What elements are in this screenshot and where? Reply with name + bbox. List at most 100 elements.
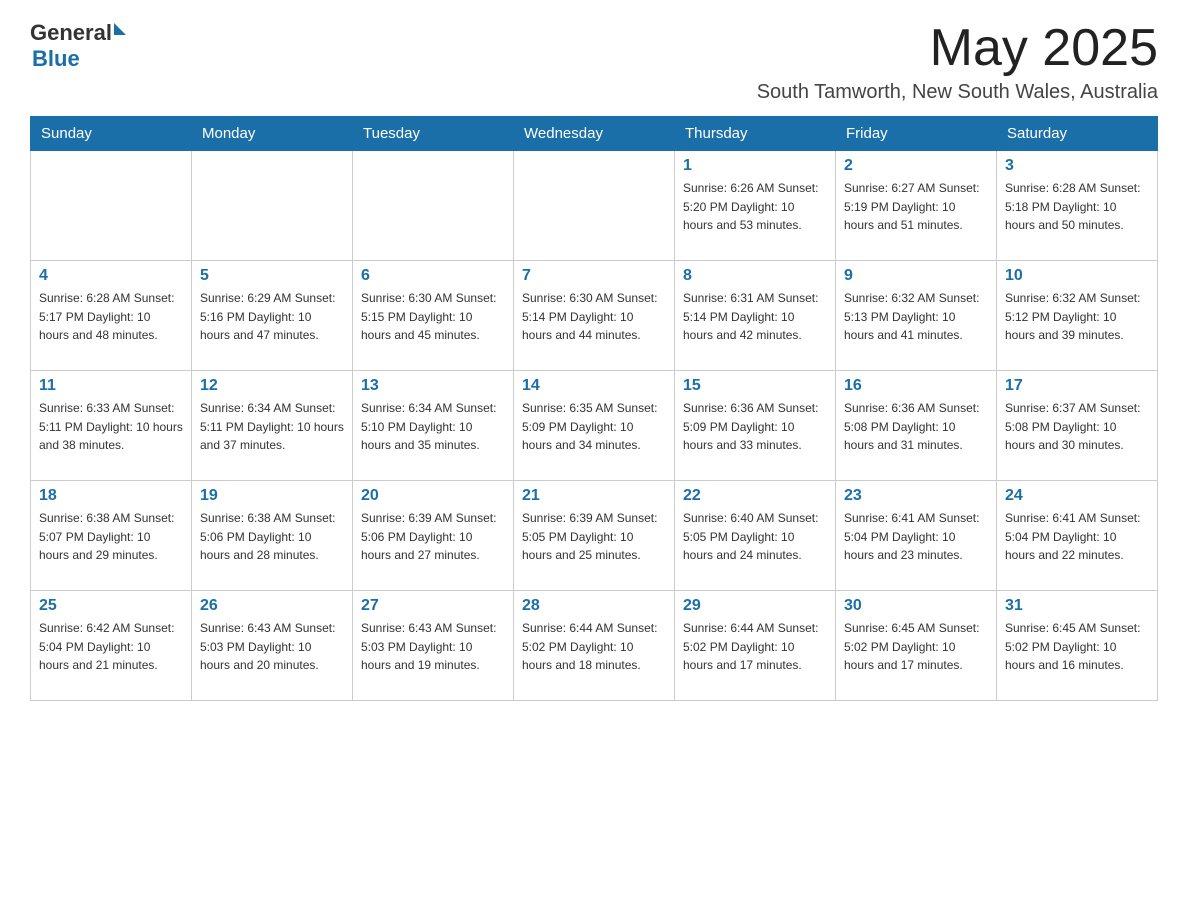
day-number: 8	[683, 267, 827, 285]
day-number: 15	[683, 377, 827, 395]
day-number: 29	[683, 597, 827, 615]
day-info: Sunrise: 6:35 AM Sunset: 5:09 PM Dayligh…	[522, 399, 666, 455]
day-info: Sunrise: 6:45 AM Sunset: 5:02 PM Dayligh…	[1005, 619, 1149, 675]
calendar-cell: 10 Sunrise: 6:32 AM Sunset: 5:12 PM Dayli…	[997, 261, 1158, 371]
calendar-cell: 16Sunrise: 6:36 AM Sunset: 5:08 PM Dayli…	[836, 371, 997, 481]
calendar-cell	[353, 151, 514, 261]
calendar-cell: 28 Sunrise: 6:44 AM Sunset: 5:02 PM Dayli…	[514, 591, 675, 701]
day-info: Sunrise: 6:26 AM Sunset: 5:20 PM Dayligh…	[683, 179, 827, 235]
day-info: Sunrise: 6:45 AM Sunset: 5:02 PM Dayligh…	[844, 619, 988, 675]
month-title: May 2025	[757, 20, 1158, 77]
day-info: Sunrise: 6:39 AM Sunset: 5:05 PM Dayligh…	[522, 509, 666, 565]
day-info: Sunrise: 6:34 AM Sunset: 5:11 PM Dayligh…	[200, 399, 344, 455]
day-number: 14	[522, 377, 666, 395]
day-info: Sunrise: 6:30 AM Sunset: 5:15 PM Dayligh…	[361, 289, 505, 345]
calendar-cell: 4 Sunrise: 6:28 AM Sunset: 5:17 PM Daylig…	[31, 261, 192, 371]
calendar-table: SundayMondayTuesdayWednesdayThursdayFrid…	[30, 116, 1158, 701]
calendar-cell: 6 Sunrise: 6:30 AM Sunset: 5:15 PM Daylig…	[353, 261, 514, 371]
day-info: Sunrise: 6:29 AM Sunset: 5:16 PM Dayligh…	[200, 289, 344, 345]
day-number: 12	[200, 377, 344, 395]
calendar-cell	[31, 151, 192, 261]
calendar-cell: 15Sunrise: 6:36 AM Sunset: 5:09 PM Dayli…	[675, 371, 836, 481]
day-info: Sunrise: 6:42 AM Sunset: 5:04 PM Dayligh…	[39, 619, 183, 675]
day-of-week-header: Sunday	[31, 117, 192, 151]
day-number: 5	[200, 267, 344, 285]
calendar-cell: 12 Sunrise: 6:34 AM Sunset: 5:11 PM Dayli…	[192, 371, 353, 481]
day-number: 1	[683, 157, 827, 175]
location-title: South Tamworth, New South Wales, Austral…	[757, 81, 1158, 104]
day-of-week-header: Monday	[192, 117, 353, 151]
day-of-week-header: Saturday	[997, 117, 1158, 151]
day-number: 4	[39, 267, 183, 285]
calendar-cell: 26 Sunrise: 6:43 AM Sunset: 5:03 PM Dayli…	[192, 591, 353, 701]
day-info: Sunrise: 6:41 AM Sunset: 5:04 PM Dayligh…	[1005, 509, 1149, 565]
calendar-cell: 1 Sunrise: 6:26 AM Sunset: 5:20 PM Daylig…	[675, 151, 836, 261]
calendar-cell: 19Sunrise: 6:38 AM Sunset: 5:06 PM Dayli…	[192, 481, 353, 591]
day-number: 30	[844, 597, 988, 615]
day-of-week-header: Thursday	[675, 117, 836, 151]
day-info: Sunrise: 6:31 AM Sunset: 5:14 PM Dayligh…	[683, 289, 827, 345]
calendar-cell: 2 Sunrise: 6:27 AM Sunset: 5:19 PM Daylig…	[836, 151, 997, 261]
calendar-header-row: SundayMondayTuesdayWednesdayThursdayFrid…	[31, 117, 1158, 151]
logo-blue-text: Blue	[32, 46, 80, 71]
calendar-cell: 9 Sunrise: 6:32 AM Sunset: 5:13 PM Daylig…	[836, 261, 997, 371]
day-number: 22	[683, 487, 827, 505]
day-number: 31	[1005, 597, 1149, 615]
calendar-cell: 25Sunrise: 6:42 AM Sunset: 5:04 PM Dayli…	[31, 591, 192, 701]
day-number: 2	[844, 157, 988, 175]
day-info: Sunrise: 6:33 AM Sunset: 5:11 PM Dayligh…	[39, 399, 183, 455]
day-info: Sunrise: 6:38 AM Sunset: 5:06 PM Dayligh…	[200, 509, 344, 565]
calendar-week-row: 18 Sunrise: 6:38 AM Sunset: 5:07 PM Dayli…	[31, 481, 1158, 591]
day-number: 27	[361, 597, 505, 615]
day-info: Sunrise: 6:37 AM Sunset: 5:08 PM Dayligh…	[1005, 399, 1149, 455]
day-of-week-header: Tuesday	[353, 117, 514, 151]
day-number: 24	[1005, 487, 1149, 505]
logo: General Blue	[30, 20, 126, 72]
day-info: Sunrise: 6:27 AM Sunset: 5:19 PM Dayligh…	[844, 179, 988, 235]
day-info: Sunrise: 6:32 AM Sunset: 5:13 PM Dayligh…	[844, 289, 988, 345]
day-number: 9	[844, 267, 988, 285]
calendar-cell: 11Sunrise: 6:33 AM Sunset: 5:11 PM Dayli…	[31, 371, 192, 481]
day-of-week-header: Wednesday	[514, 117, 675, 151]
title-block: May 2025 South Tamworth, New South Wales…	[757, 20, 1158, 104]
day-info: Sunrise: 6:32 AM Sunset: 5:12 PM Dayligh…	[1005, 289, 1149, 345]
day-number: 21	[522, 487, 666, 505]
calendar-cell: 24 Sunrise: 6:41 AM Sunset: 5:04 PM Dayli…	[997, 481, 1158, 591]
calendar-week-row: 11Sunrise: 6:33 AM Sunset: 5:11 PM Dayli…	[31, 371, 1158, 481]
day-info: Sunrise: 6:43 AM Sunset: 5:03 PM Dayligh…	[361, 619, 505, 675]
day-number: 17	[1005, 377, 1149, 395]
day-number: 10	[1005, 267, 1149, 285]
day-info: Sunrise: 6:28 AM Sunset: 5:17 PM Dayligh…	[39, 289, 183, 345]
day-info: Sunrise: 6:34 AM Sunset: 5:10 PM Dayligh…	[361, 399, 505, 455]
calendar-cell: 13 Sunrise: 6:34 AM Sunset: 5:10 PM Dayli…	[353, 371, 514, 481]
day-number: 26	[200, 597, 344, 615]
calendar-cell: 23Sunrise: 6:41 AM Sunset: 5:04 PM Dayli…	[836, 481, 997, 591]
calendar-cell: 20 Sunrise: 6:39 AM Sunset: 5:06 PM Dayli…	[353, 481, 514, 591]
page-header: General Blue May 2025 South Tamworth, Ne…	[30, 20, 1158, 104]
calendar-week-row: 25Sunrise: 6:42 AM Sunset: 5:04 PM Dayli…	[31, 591, 1158, 701]
day-info: Sunrise: 6:44 AM Sunset: 5:02 PM Dayligh…	[683, 619, 827, 675]
day-number: 7	[522, 267, 666, 285]
day-number: 6	[361, 267, 505, 285]
calendar-cell	[192, 151, 353, 261]
calendar-cell: 5 Sunrise: 6:29 AM Sunset: 5:16 PM Daylig…	[192, 261, 353, 371]
day-info: Sunrise: 6:39 AM Sunset: 5:06 PM Dayligh…	[361, 509, 505, 565]
day-info: Sunrise: 6:28 AM Sunset: 5:18 PM Dayligh…	[1005, 179, 1149, 235]
calendar-week-row: 4 Sunrise: 6:28 AM Sunset: 5:17 PM Daylig…	[31, 261, 1158, 371]
day-info: Sunrise: 6:38 AM Sunset: 5:07 PM Dayligh…	[39, 509, 183, 565]
day-number: 16	[844, 377, 988, 395]
calendar-cell	[514, 151, 675, 261]
calendar-cell: 30 Sunrise: 6:45 AM Sunset: 5:02 PM Dayli…	[836, 591, 997, 701]
calendar-cell: 17 Sunrise: 6:37 AM Sunset: 5:08 PM Dayli…	[997, 371, 1158, 481]
day-info: Sunrise: 6:30 AM Sunset: 5:14 PM Dayligh…	[522, 289, 666, 345]
day-number: 20	[361, 487, 505, 505]
day-info: Sunrise: 6:40 AM Sunset: 5:05 PM Dayligh…	[683, 509, 827, 565]
logo-triangle-icon	[114, 23, 126, 35]
day-number: 23	[844, 487, 988, 505]
calendar-cell: 14 Sunrise: 6:35 AM Sunset: 5:09 PM Dayli…	[514, 371, 675, 481]
day-number: 18	[39, 487, 183, 505]
day-number: 28	[522, 597, 666, 615]
day-info: Sunrise: 6:44 AM Sunset: 5:02 PM Dayligh…	[522, 619, 666, 675]
day-number: 13	[361, 377, 505, 395]
day-info: Sunrise: 6:43 AM Sunset: 5:03 PM Dayligh…	[200, 619, 344, 675]
